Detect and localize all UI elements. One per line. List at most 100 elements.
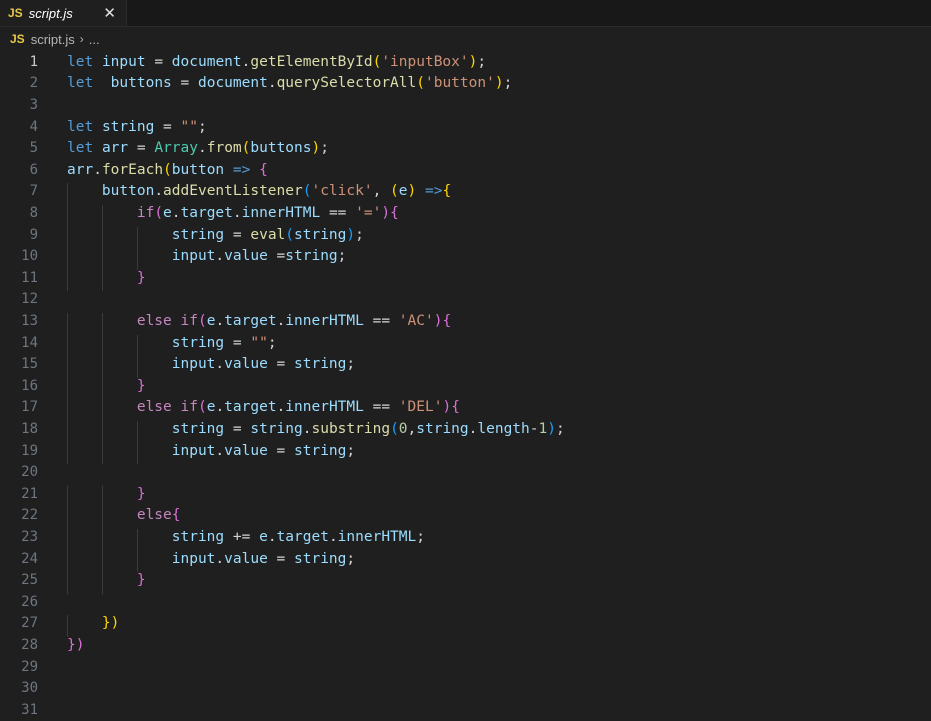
close-icon[interactable]: ✕ [103,5,116,21]
code-line[interactable]: 3 [0,94,931,116]
code-token: , [407,420,417,437]
code-token: let [67,75,94,92]
code-token: ; [320,140,329,157]
code-line[interactable]: 12 [0,289,931,311]
code-line[interactable]: 9 string = eval(string); [0,224,931,249]
code-line[interactable]: 4 let string = ""; [0,116,931,138]
code-line[interactable]: 15 input.value = string; [0,353,931,378]
code-text: }) [67,615,119,637]
code-token: 'AC' [398,312,434,329]
code-line[interactable]: 8 if(e.target.innerHTML == '='){ [0,202,931,227]
code-token: ( [197,312,207,329]
code-token: ; [337,248,347,265]
code-token: target [224,312,277,329]
chevron-right-icon: › [79,32,84,46]
line-number: 13 [21,312,38,329]
code-token: ; [346,442,356,459]
code-line[interactable]: 2 let buttons = document.querySelectorAll… [0,73,931,95]
tab-script-js[interactable]: JS script.js ✕ [0,0,127,26]
code-token: ; [198,118,207,135]
code-line[interactable]: 24 input.value = string; [0,548,931,573]
code-line[interactable]: 18 string = string.substring(0,string.le… [0,418,931,443]
line-number: 21 [21,485,38,502]
code-token: string [101,118,155,135]
code-line[interactable]: 25 } [0,569,931,594]
code-line[interactable]: 7 button.addEventListener('click', (e) =… [0,181,931,205]
code-line[interactable]: 29 [0,656,931,678]
code-token: else [136,507,172,524]
code-line[interactable]: 5 let arr = Array.from(buttons); [0,137,931,159]
line-number: 17 [21,399,38,416]
code-line[interactable]: 19 input.value = string; [0,440,931,465]
code-token: ( [390,420,399,437]
code-text: } [67,485,146,508]
code-token: string [171,226,225,243]
code-token: from [206,140,242,157]
code-token: ; [477,53,487,70]
code-line[interactable]: 17 else if(e.target.innerHTML == 'DEL'){ [0,397,931,421]
line-number: 15 [21,356,38,373]
code-line[interactable]: 26 [0,591,931,613]
code-token: . [328,528,338,545]
code-token: document [197,75,268,92]
code-token: = [224,226,251,243]
code-token: ; [416,528,425,545]
code-text: }) [67,637,84,653]
code-line[interactable]: 27 }) [0,613,931,637]
code-token: string [250,420,303,437]
code-token: string [285,248,338,265]
code-token: == [363,312,399,329]
line-number: 8 [29,204,38,221]
code-token: . [267,528,277,545]
breadcrumb-symbols[interactable]: ... [89,32,100,47]
code-line[interactable]: 23 string += e.target.innerHTML; [0,526,931,551]
code-token: . [154,183,164,200]
code-text: input.value =string; [67,248,347,270]
tab-label: script.js [28,5,73,21]
code-line[interactable]: 16 } [0,375,931,400]
code-token: ) [407,183,417,200]
code-token: ; [555,420,565,437]
code-token: . [276,312,286,329]
line-number: 9 [29,226,38,243]
code-token: { [451,399,460,416]
code-token: }) [67,636,85,653]
code-line[interactable]: 13 else if(e.target.innerHTML == 'AC'){ [0,310,931,335]
code-token: "" [180,118,198,135]
code-editor[interactable]: 1 let input = document.getElementById('in… [0,51,931,720]
code-token: ) [311,140,321,157]
code-token: input [171,356,216,373]
code-line[interactable]: 20 [0,461,931,483]
code-token: eval [250,226,286,243]
code-line[interactable]: 30 [0,677,931,699]
line-number: 28 [21,636,38,653]
code-line[interactable]: 31 [0,699,931,721]
code-token: let [67,53,94,70]
code-line[interactable]: 11 } [0,267,931,292]
code-token: . [215,399,225,416]
line-number: 19 [21,442,38,459]
code-token: 'click' [311,183,373,200]
code-line[interactable]: 14 string = ""; [0,332,931,357]
code-token: let [67,140,94,157]
code-line[interactable]: 6 arr.forEach(button => { [0,159,931,181]
breadcrumb-file[interactable]: script.js [31,32,75,47]
code-line[interactable]: 22 else{ [0,505,931,529]
code-token: button [171,161,225,178]
code-text: else{ [67,507,181,529]
code-token: = [267,442,295,459]
code-token: target [224,399,277,416]
code-token: { [259,161,268,178]
code-token: buttons [250,140,312,157]
code-line[interactable]: 10 input.value =string; [0,245,931,270]
line-number: 10 [21,248,38,265]
code-token: button [101,183,155,200]
code-line[interactable]: 21 } [0,483,931,508]
code-line[interactable]: 1 let input = document.getElementById('in… [0,51,931,73]
code-line[interactable]: 28}) [0,634,931,656]
